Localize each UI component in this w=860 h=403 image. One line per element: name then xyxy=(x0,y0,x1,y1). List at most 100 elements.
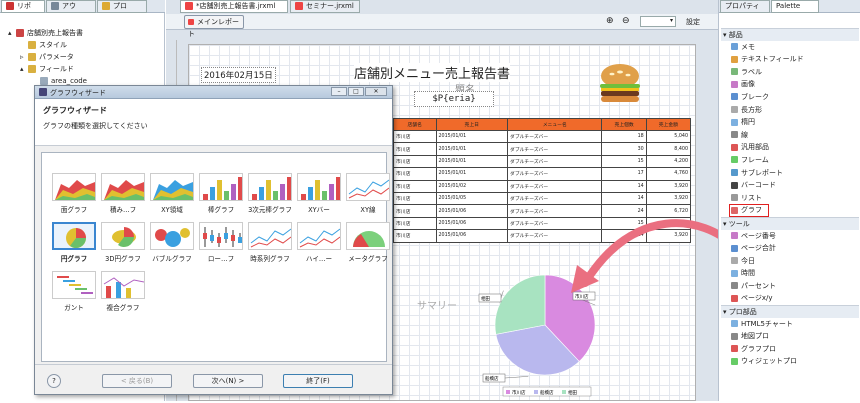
folder-icon xyxy=(16,29,24,37)
palette-item-label: サブレポート xyxy=(741,168,783,177)
chart-type-thumb xyxy=(101,222,145,250)
tree-item[interactable]: ▹ パラメータ xyxy=(4,51,164,63)
chart-type-item[interactable]: ガント xyxy=(50,271,98,312)
palette-item[interactable]: ラベル xyxy=(721,66,859,79)
chart-type-label: 3次元棒グラフ xyxy=(248,206,292,214)
chart-type-item[interactable]: 3次元棒グラフ xyxy=(246,173,294,214)
tab-project[interactable]: プロ xyxy=(97,0,147,13)
chart-type-item[interactable]: XYバー xyxy=(295,173,343,214)
chart-type-item[interactable]: 積み…フ xyxy=(99,173,147,214)
chart-type-thumb xyxy=(101,173,145,201)
wizard-heading: グラフウィザード xyxy=(43,106,107,115)
chart-type-item[interactable]: 面グラフ xyxy=(50,173,98,214)
palette-item-label: バーコード xyxy=(741,181,776,190)
report-title: 店舗別メニュー売上報告書 xyxy=(354,63,511,82)
palette-section-header[interactable]: ▾ ツール xyxy=(721,216,859,230)
palette-item[interactable]: ページ合計 xyxy=(721,242,859,255)
chart-type-item[interactable]: XY線 xyxy=(344,173,392,214)
palette-item[interactable]: ウィジェットプロ xyxy=(721,355,859,368)
wizard-window-icon xyxy=(39,88,47,96)
palette-item[interactable]: ブレーク xyxy=(721,91,859,104)
palette-item[interactable]: 地図プロ xyxy=(721,330,859,343)
chart-type-item[interactable]: 棒グラフ xyxy=(197,173,245,214)
zoom-select[interactable]: ▾ xyxy=(640,16,676,27)
zoom-in-icon[interactable]: ⊕ xyxy=(606,16,614,26)
legend-swatch xyxy=(562,390,566,394)
table-cell: 2015/01/06 xyxy=(435,204,509,218)
palette-item[interactable]: 楕円 xyxy=(721,116,859,129)
tree-item[interactable]: スタイル xyxy=(4,39,164,51)
next-button[interactable]: 次へ(N) > xyxy=(193,374,263,388)
table-cell: 2015/01/01 xyxy=(435,129,509,144)
settings-label[interactable]: 設定 xyxy=(686,17,700,27)
palette-item-label: リスト xyxy=(741,193,762,202)
tab-seminar[interactable]: セミナー.jrxml xyxy=(290,0,360,13)
main-report-button[interactable]: メインレポート xyxy=(184,15,244,38)
table-cell: 2015/01/06 xyxy=(435,229,509,243)
palette-item[interactable]: 長方形 xyxy=(721,104,859,117)
palette-item-icon xyxy=(731,257,738,265)
chart-type-thumbnail xyxy=(252,177,291,200)
palette-item[interactable]: グラフプロ xyxy=(721,343,859,356)
palette-item[interactable]: 今日 xyxy=(721,255,859,268)
palette-section-header[interactable]: ▾ プロ部品 xyxy=(721,305,859,318)
chart-type-thumbnail xyxy=(66,228,86,248)
zoom-out-icon[interactable]: ⊖ xyxy=(622,16,630,26)
tab-outline[interactable]: アウ xyxy=(46,0,96,13)
palette-item[interactable]: フレーム xyxy=(721,154,859,167)
tree-item[interactable]: ▴ 店舗別売上報告書 xyxy=(4,27,164,39)
palette-item-icon xyxy=(731,294,738,302)
back-button[interactable]: < 戻る(B) xyxy=(102,374,172,388)
palette-item[interactable]: テキストフィールド xyxy=(721,53,859,66)
close-button[interactable]: ✕ xyxy=(365,87,387,96)
column-header: 売上日 xyxy=(435,118,509,131)
palette-item[interactable]: ページx/y xyxy=(721,292,859,305)
chart-type-label: バブルグラフ xyxy=(152,255,192,263)
finish-button[interactable]: 終了(F) xyxy=(283,374,353,388)
tab-report-editor[interactable]: *店舗別売上報告書.jrxml xyxy=(180,0,288,13)
tab-repository[interactable]: リポ xyxy=(1,0,45,13)
chart-type-item[interactable]: XY領域 xyxy=(148,173,196,214)
legend-swatch xyxy=(506,390,510,394)
palette-item[interactable]: 画像 xyxy=(721,78,859,91)
palette-item-label: メモ xyxy=(741,42,755,51)
tree-item[interactable]: ▴ フィールド xyxy=(4,63,164,75)
table-cell: ダブルチーズバー xyxy=(507,179,603,193)
chart-type-item[interactable]: 円グラフ xyxy=(50,222,98,263)
twisty-icon[interactable]: ▴ xyxy=(20,63,28,75)
chart-type-item[interactable]: バブルグラフ xyxy=(148,222,196,263)
table-cell: 4,200 xyxy=(645,154,692,169)
palette-panel: プロパティ Palette ▾ 部品 メモテキストフィールド ラベル 画像 ブレーク 長方… xyxy=(718,0,860,401)
palette-item[interactable]: グラフ xyxy=(729,204,769,217)
twisty-icon[interactable]: ▴ xyxy=(8,27,16,39)
palette-item[interactable]: 時間 xyxy=(721,267,859,280)
palette-item[interactable]: ページ番号 xyxy=(721,230,859,243)
palette-item[interactable]: 汎用部品 xyxy=(721,141,859,154)
table-cell: 14 xyxy=(601,179,647,193)
palette-item[interactable]: パーセント xyxy=(721,280,859,293)
chart-type-item[interactable]: ロー…フ xyxy=(197,222,245,263)
tab-properties[interactable]: プロパティ xyxy=(720,0,770,13)
palette-item[interactable]: メモ xyxy=(721,41,859,54)
palette-section-header[interactable]: ▾ 部品 xyxy=(721,28,859,41)
chart-type-thumbnail xyxy=(112,227,136,247)
tab-palette[interactable]: Palette xyxy=(771,0,819,13)
chart-type-label: 時系列グラフ xyxy=(250,255,290,263)
palette-item[interactable]: リスト xyxy=(721,192,859,205)
chart-type-thumb xyxy=(297,173,341,201)
palette-item[interactable]: サブレポート xyxy=(721,167,859,180)
chart-type-label: メータグラフ xyxy=(348,255,388,263)
twisty-icon[interactable]: ▹ xyxy=(20,51,28,63)
chart-type-item[interactable]: 3D円グラフ xyxy=(99,222,147,263)
help-button[interactable]: ? xyxy=(47,374,61,388)
slice-label: 相田 xyxy=(481,295,490,302)
chart-type-item[interactable]: ハイ…ー xyxy=(295,222,343,263)
palette-item[interactable]: HTML5チャート xyxy=(721,318,859,331)
maximize-button[interactable]: □ xyxy=(348,87,364,96)
palette-item[interactable]: バーコード xyxy=(721,179,859,192)
palette-item[interactable]: 線 xyxy=(721,129,859,142)
chart-type-item[interactable]: 複合グラフ xyxy=(99,271,147,312)
minimize-button[interactable]: – xyxy=(331,87,347,96)
chart-type-item[interactable]: 時系列グラフ xyxy=(246,222,294,263)
chart-type-item[interactable]: メータグラフ xyxy=(344,222,392,263)
